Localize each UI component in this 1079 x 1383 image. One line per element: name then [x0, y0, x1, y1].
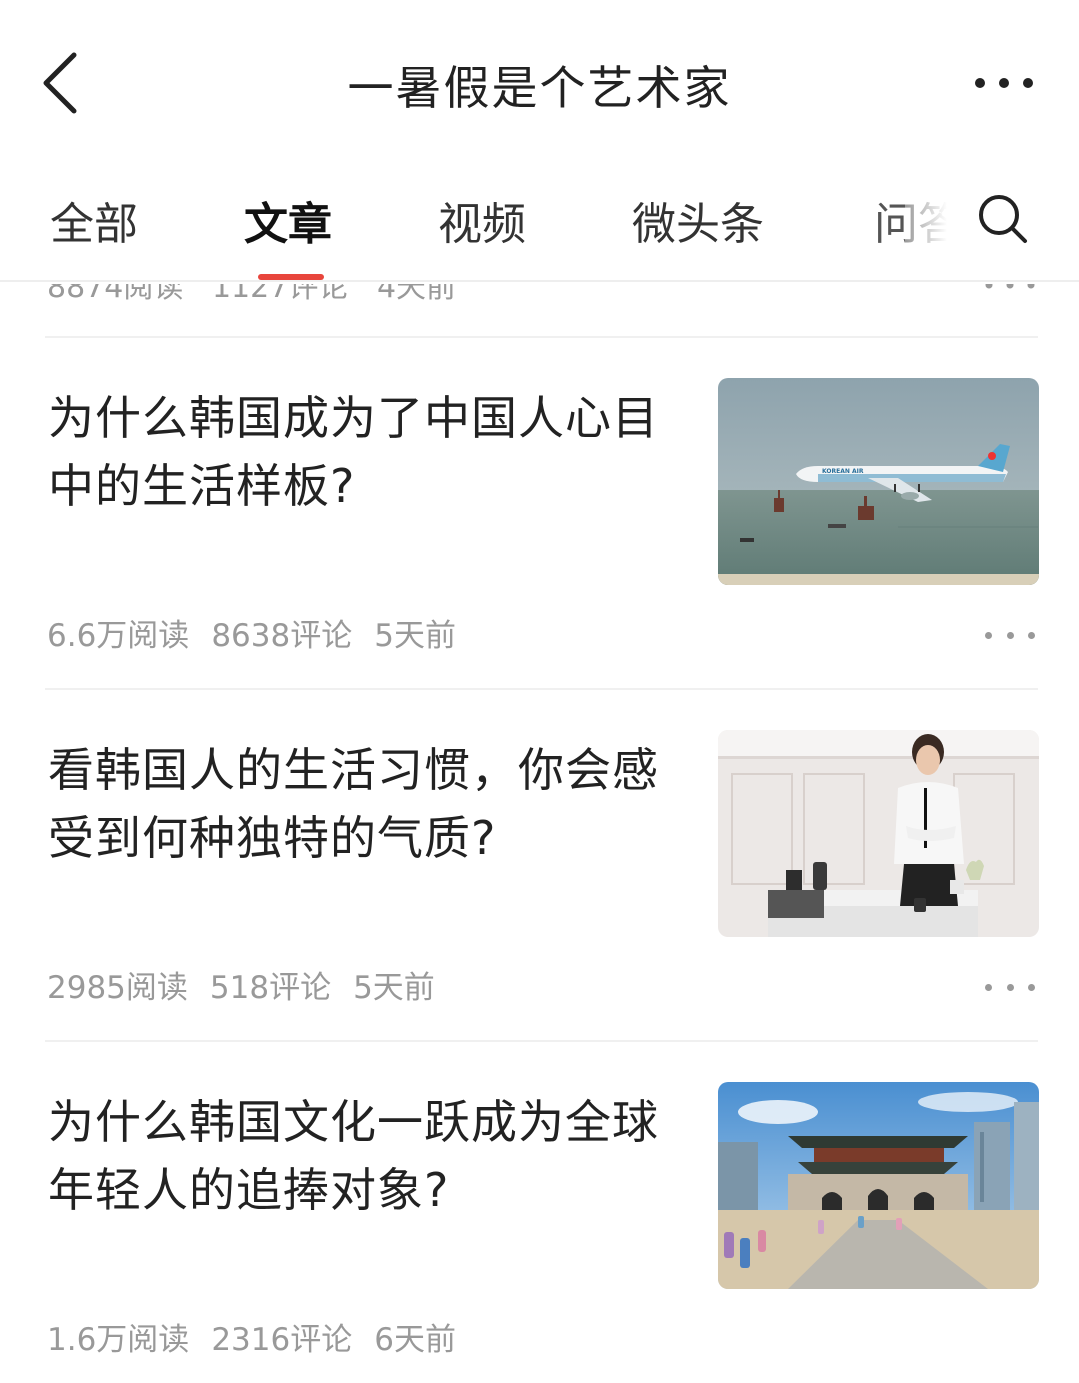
comment-count: 2316评论: [211, 1322, 353, 1358]
airline-logo-text: KOREAN AIR: [822, 468, 864, 475]
article-item[interactable]: 为什么韩国成为了中国人心目中的生活样板? KOREAN AIR 6.6万阅读 8…: [0, 338, 1079, 688]
more-button[interactable]: [969, 60, 1039, 106]
search-icon: [977, 193, 1029, 249]
more-horizontal-icon: [974, 74, 1034, 93]
article-more-button[interactable]: [985, 284, 1035, 295]
partial-article-meta: 8874阅读 1127评论 4天前: [0, 284, 1079, 336]
publish-time: 4天前: [376, 284, 457, 305]
top-bar: 一暑假是个艺术家: [0, 0, 1079, 170]
publish-time: 6天前: [374, 1322, 456, 1358]
publish-time: 5天前: [353, 970, 435, 1006]
article-more-button[interactable]: [985, 620, 1035, 650]
tab-videos[interactable]: 视频: [438, 188, 526, 252]
search-button[interactable]: [972, 190, 1034, 252]
article-title[interactable]: 为什么韩国文化一跃成为全球年轻人的追捧对象?: [48, 1088, 668, 1224]
read-count: 8874阅读: [47, 284, 184, 305]
tab-bar: 全部 文章 视频 微头条 问答: [0, 170, 1079, 282]
article-thumbnail[interactable]: [718, 1082, 1039, 1289]
tab-fade-overlay: [905, 180, 975, 260]
read-count: 2985阅读: [47, 970, 188, 1006]
article-meta: 8874阅读 1127评论 4天前: [47, 284, 456, 306]
active-tab-indicator: [258, 274, 324, 280]
article-title[interactable]: 为什么韩国成为了中国人心目中的生活样板?: [48, 384, 668, 520]
article-item[interactable]: 看韩国人的生活习惯，你会感受到何种独特的气质? 2985阅读 518评论 5天前: [0, 690, 1079, 1040]
tab-micro-posts[interactable]: 微头条: [632, 188, 764, 252]
article-title[interactable]: 看韩国人的生活习惯，你会感受到何种独特的气质?: [48, 736, 668, 872]
tab-all[interactable]: 全部: [50, 188, 138, 252]
article-more-button[interactable]: [985, 972, 1035, 1002]
article-meta: 1.6万阅读 2316评论 6天前: [47, 1314, 478, 1359]
article-meta: 2985阅读 518评论 5天前: [47, 962, 457, 1007]
publish-time: 5天前: [374, 618, 456, 654]
comment-count: 8638评论: [211, 618, 353, 654]
read-count: 6.6万阅读: [47, 618, 190, 654]
article-thumbnail[interactable]: [718, 730, 1039, 937]
comment-count: 1127评论: [211, 284, 349, 305]
read-count: 1.6万阅读: [47, 1322, 190, 1358]
page-title: 一暑假是个艺术家: [347, 61, 732, 115]
article-item[interactable]: 为什么韩国文化一跃成为全球年轻人的追捧对象? 1.6万阅读 2316评论 6天前: [0, 1042, 1079, 1383]
article-meta: 6.6万阅读 8638评论 5天前: [47, 610, 478, 655]
article-thumbnail[interactable]: KOREAN AIR: [718, 378, 1039, 585]
tab-articles[interactable]: 文章: [244, 188, 332, 252]
comment-count: 518评论: [209, 970, 332, 1006]
